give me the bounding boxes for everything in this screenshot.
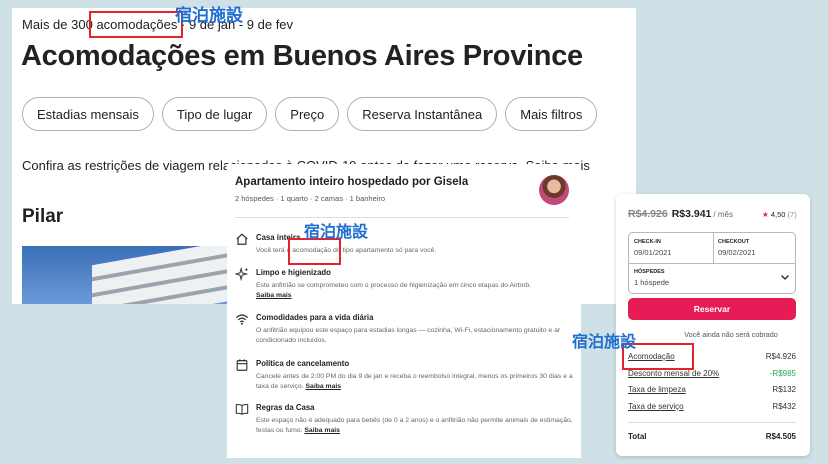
total-value: R$4.505 <box>765 432 796 441</box>
listing-meta: 2 hóspedes · 1 quarto · 2 camas · 1 banh… <box>235 194 386 203</box>
sparkle-icon <box>235 267 249 281</box>
fee-value: R$132 <box>772 385 796 394</box>
wifi-icon <box>235 314 249 325</box>
feature-title: Regras da Casa <box>256 403 315 412</box>
price-unit: / mês <box>713 210 733 219</box>
filter-place-type[interactable]: Tipo de lugar <box>161 97 268 131</box>
filter-price[interactable]: Preço <box>275 97 340 131</box>
filter-more[interactable]: Mais filtros <box>505 97 598 131</box>
price-row: R$4.926 R$3.941/ mês <box>628 208 733 220</box>
fee-value: R$432 <box>772 402 796 411</box>
star-icon: ★ <box>762 210 769 219</box>
feature-desc: O anfitrião equipou este espaço para est… <box>256 327 561 344</box>
listing-photo[interactable] <box>22 246 232 304</box>
listing-title: Apartamento inteiro hospedado por Gisela <box>235 176 469 188</box>
feature-title: Política de cancelamento <box>256 359 350 368</box>
total-label: Total <box>628 432 647 441</box>
date-guest-selector: CHECK-IN 09/01/2021 CHECKOUT 09/02/2021 … <box>628 232 796 294</box>
annotation-label: 宿泊施設 <box>175 6 243 26</box>
highlight-box <box>288 238 341 265</box>
fee-label-discount[interactable]: Desconto mensal de 20% <box>628 369 719 378</box>
learn-more-link[interactable]: Saiba mais <box>304 427 340 434</box>
feature-title: Comodidades para a vida diária <box>256 313 374 322</box>
review-count: (7) <box>787 210 797 219</box>
divider <box>235 217 569 218</box>
rating[interactable]: ★ 4,50 (7) <box>762 210 797 219</box>
checkout-field[interactable]: CHECKOUT 09/02/2021 <box>713 233 797 263</box>
filter-monthly-stays[interactable]: Estadias mensais <box>22 97 154 131</box>
guests-select[interactable]: 1 hóspede <box>634 278 669 287</box>
checkin-date: 09/01/2021 <box>634 248 672 257</box>
rating-value: 4,50 <box>770 210 786 219</box>
fee-label-cleaning[interactable]: Taxa de limpeza <box>628 385 686 394</box>
learn-more-link[interactable]: Saiba mais <box>306 383 342 390</box>
book-icon <box>235 403 249 415</box>
original-price: R$4.926 <box>628 208 668 220</box>
no-charge-note: Você ainda não será cobrado <box>684 330 778 339</box>
fee-value: R$4.926 <box>765 352 796 361</box>
annotation-label: 宿泊施設 <box>572 332 637 351</box>
learn-more-link[interactable]: Saiba mais <box>256 292 292 299</box>
booking-card: R$4.926 R$3.941/ mês ★ 4,50 (7) CHECK-IN … <box>616 194 810 456</box>
fee-label-service[interactable]: Taxa de serviço <box>628 402 684 411</box>
reserve-button[interactable]: Reservar <box>628 298 796 320</box>
annotation-label: 宿泊施設 <box>304 222 369 241</box>
feature-desc: Cancele antes de 2:00 PM do dia 9 de jan… <box>256 373 573 390</box>
section-heading: Pilar <box>22 206 64 227</box>
divider <box>628 422 796 423</box>
feature-title: Limpo e higienizado <box>256 268 331 277</box>
filter-instant-book[interactable]: Reserva Instantânea <box>347 97 498 131</box>
home-icon <box>236 233 248 245</box>
checkin-field[interactable]: CHECK-IN 09/01/2021 <box>629 233 713 263</box>
results-count: Mais de 300 <box>22 17 93 32</box>
highlight-box <box>89 11 183 38</box>
feature-desc: Este anfitrião se comprometeu com o proc… <box>256 282 532 299</box>
guests-label: HÓSPEDES <box>634 269 665 275</box>
host-avatar[interactable] <box>539 175 569 205</box>
checkout-date: 09/02/2021 <box>718 248 756 257</box>
filter-bar: Estadias mensais Tipo de lugar Preço Res… <box>22 97 598 131</box>
calendar-icon <box>236 359 248 371</box>
page-title: Acomodações em Buenos Aires Province <box>21 40 583 72</box>
discounted-price: R$3.941 <box>671 208 712 220</box>
fee-value: -R$985 <box>769 369 796 378</box>
feature-desc: Este espaço não é adequado para bebês (d… <box>256 417 573 434</box>
listing-details-panel: Apartamento inteiro hospedado por Gisela… <box>227 164 581 458</box>
chevron-down-icon[interactable] <box>779 271 791 283</box>
